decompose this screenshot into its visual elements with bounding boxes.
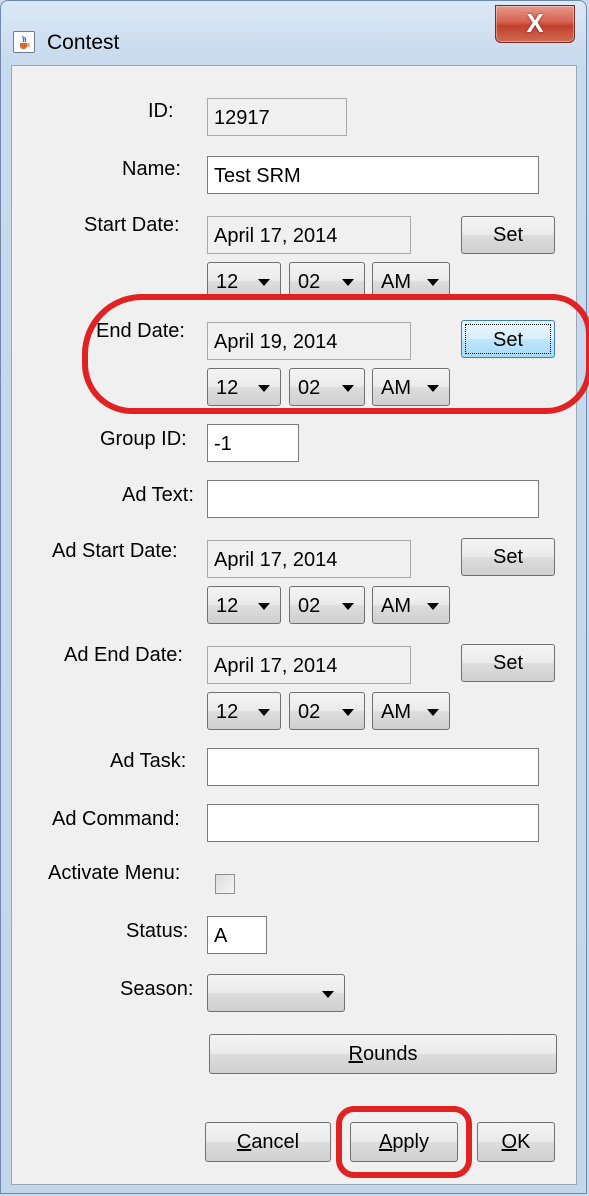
ad-start-date-label: Ad Start Date:: [52, 540, 178, 562]
season-label: Season:: [120, 978, 194, 1000]
chevron-down-icon: [322, 991, 334, 998]
ad-task-field[interactable]: [207, 748, 539, 786]
window-title: Contest: [47, 31, 120, 54]
season-select[interactable]: [207, 974, 345, 1012]
ad-end-date-label: Ad End Date:: [64, 644, 183, 666]
chevron-down-icon: [342, 603, 354, 610]
ad-start-date-field: April 17, 2014: [207, 540, 411, 578]
id-field: 12917: [207, 98, 347, 136]
rounds-button[interactable]: Rounds: [209, 1034, 557, 1074]
java-cup-icon: [13, 31, 35, 53]
ad-text-field[interactable]: [207, 480, 539, 518]
ad-task-label: Ad Task:: [110, 750, 187, 772]
contest-window: Contest X ID: 12917 Name: Test SRM Start…: [0, 0, 589, 1194]
name-field[interactable]: Test SRM: [207, 156, 539, 194]
ad-start-minute-select[interactable]: 02: [289, 586, 365, 624]
end-hour-select[interactable]: 12: [207, 368, 281, 406]
chevron-down-icon: [427, 603, 439, 610]
start-hour-select[interactable]: 12: [207, 262, 281, 300]
group-id-field[interactable]: -1: [207, 424, 299, 462]
activate-menu-checkbox[interactable]: [215, 874, 235, 894]
ad-start-hour-select[interactable]: 12: [207, 586, 281, 624]
close-icon: X: [526, 8, 544, 38]
chevron-down-icon: [427, 709, 439, 716]
ad-command-field[interactable]: [207, 804, 539, 842]
end-date-label: End Date:: [96, 320, 185, 342]
ok-button[interactable]: OK: [477, 1122, 555, 1162]
chevron-down-icon: [258, 385, 270, 392]
group-id-label: Group ID:: [100, 428, 187, 450]
status-label: Status:: [126, 920, 189, 942]
chevron-down-icon: [258, 709, 270, 716]
end-date-field: April 19, 2014: [207, 322, 411, 360]
chevron-down-icon: [342, 709, 354, 716]
ad-end-hour-select[interactable]: 12: [207, 692, 281, 730]
ad-command-label: Ad Command:: [52, 808, 180, 830]
ad-end-minute-select[interactable]: 02: [289, 692, 365, 730]
close-button[interactable]: X: [495, 5, 575, 43]
end-date-set-button[interactable]: Set: [461, 320, 555, 358]
ad-end-date-field: April 17, 2014: [207, 646, 411, 684]
start-minute-select[interactable]: 02: [289, 262, 365, 300]
id-label: ID:: [148, 100, 174, 122]
start-date-set-button[interactable]: Set: [461, 216, 555, 254]
start-ampm-select[interactable]: AM: [372, 262, 450, 300]
start-date-label: Start Date:: [84, 214, 180, 236]
end-minute-select[interactable]: 02: [289, 368, 365, 406]
apply-button[interactable]: Apply: [350, 1122, 458, 1162]
ad-text-label: Ad Text:: [122, 484, 194, 506]
name-label: Name:: [122, 158, 181, 180]
status-field[interactable]: A: [207, 916, 267, 954]
chevron-down-icon: [427, 385, 439, 392]
chevron-down-icon: [342, 385, 354, 392]
start-date-field: April 17, 2014: [207, 216, 411, 254]
ad-end-ampm-select[interactable]: AM: [372, 692, 450, 730]
chevron-down-icon: [427, 279, 439, 286]
contest-form: ID: 12917 Name: Test SRM Start Date: Apr…: [11, 65, 589, 1185]
chevron-down-icon: [258, 279, 270, 286]
activate-menu-label: Activate Menu:: [48, 862, 181, 884]
end-ampm-select[interactable]: AM: [372, 368, 450, 406]
cancel-button[interactable]: Cancel: [205, 1122, 331, 1162]
chevron-down-icon: [258, 603, 270, 610]
chevron-down-icon: [342, 279, 354, 286]
title-bar[interactable]: Contest X: [1, 1, 586, 57]
ad-end-date-set-button[interactable]: Set: [461, 644, 555, 682]
ad-start-ampm-select[interactable]: AM: [372, 586, 450, 624]
ad-start-date-set-button[interactable]: Set: [461, 538, 555, 576]
